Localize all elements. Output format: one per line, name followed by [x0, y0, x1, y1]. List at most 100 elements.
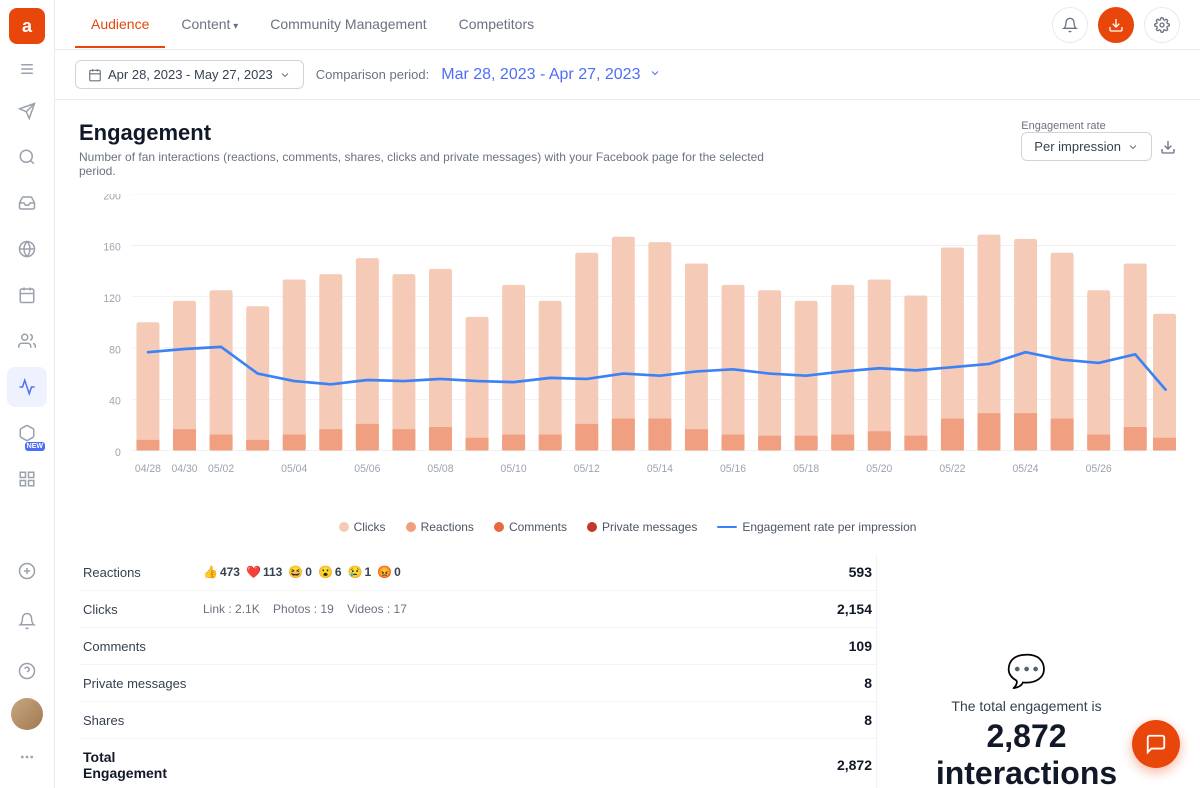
private-messages-label: Private messages: [79, 665, 199, 702]
comments-label: Comments: [79, 628, 199, 665]
chevron-down-icon-rate: [1127, 141, 1139, 153]
legend-comments-label: Comments: [509, 520, 567, 534]
sidebar-item-inbox[interactable]: [7, 183, 47, 223]
svg-text:40: 40: [109, 395, 121, 407]
svg-text:05/16: 05/16: [720, 463, 746, 475]
wow-badge: 😮 6: [318, 565, 342, 579]
panel-title: The total engagement is: [951, 698, 1101, 714]
table-row-reactions: Reactions 👍 473 ❤️ 113 😆 0 😮 6 😢 1 😡 0: [79, 554, 876, 591]
engagement-title: Engagement: [79, 120, 779, 146]
bottom-row: Reactions 👍 473 ❤️ 113 😆 0 😮 6 😢 1 😡 0: [79, 554, 1176, 788]
date-bar: Apr 28, 2023 - May 27, 2023 Comparison p…: [55, 50, 1200, 100]
panel-icon: 💬: [1007, 652, 1047, 690]
comments-value: 109: [762, 628, 876, 665]
app-logo[interactable]: a: [9, 8, 45, 44]
sidebar-item-grid[interactable]: [7, 459, 47, 499]
tab-competitors[interactable]: Competitors: [443, 2, 550, 48]
chevron-down-icon-comparison: [649, 67, 661, 79]
sidebar-item-calendar[interactable]: [7, 275, 47, 315]
notification-icon-btn[interactable]: [1052, 7, 1088, 43]
angry-badge: 😡 0: [377, 565, 401, 579]
legend-reactions: Reactions: [406, 520, 474, 534]
svg-text:05/22: 05/22: [939, 463, 965, 475]
engagement-rate-label: Engagement rate: [1021, 120, 1152, 132]
sidebar-item-more[interactable]: [7, 737, 47, 777]
engagement-rate-select[interactable]: Per impression: [1021, 132, 1152, 161]
tab-community-management[interactable]: Community Management: [254, 2, 442, 48]
table-row-private-messages: Private messages 8: [79, 665, 876, 702]
svg-text:05/10: 05/10: [501, 463, 527, 475]
reactions-value: 593: [762, 554, 876, 591]
legend-engagement-rate: Engagement rate per impression: [717, 520, 916, 534]
total-value: 2,872: [762, 739, 876, 788]
engagement-subtitle: Number of fan interactions (reactions, c…: [79, 150, 779, 178]
clicks-label: Clicks: [79, 591, 199, 628]
sidebar-item-new[interactable]: NEW: [7, 413, 47, 453]
svg-text:05/08: 05/08: [427, 463, 453, 475]
shares-label: Shares: [79, 702, 199, 739]
svg-text:04/30: 04/30: [171, 463, 197, 475]
top-nav-right: [1052, 7, 1180, 43]
download-icon-btn[interactable]: [1098, 7, 1134, 43]
total-label: Total Engagement: [79, 739, 199, 788]
legend-comments: Comments: [494, 520, 567, 534]
private-messages-detail: [199, 665, 762, 702]
top-nav: Audience Content Community Management Co…: [55, 0, 1200, 50]
engagement-header: Engagement Number of fan interactions (r…: [79, 120, 1176, 178]
chevron-down-icon: [279, 69, 291, 81]
comparison-period-link[interactable]: Mar 28, 2023 - Apr 27, 2023: [441, 66, 661, 84]
main-area: Audience Content Community Management Co…: [55, 0, 1200, 788]
legend-private-messages: Private messages: [587, 520, 697, 534]
svg-text:05/24: 05/24: [1013, 463, 1039, 475]
table-row-shares: Shares 8: [79, 702, 876, 739]
svg-text:05/18: 05/18: [793, 463, 819, 475]
icon-rail: a NEW: [0, 0, 55, 788]
sidebar-item-help[interactable]: [7, 651, 47, 691]
sad-badge: 😢 1: [348, 565, 372, 579]
svg-text:05/26: 05/26: [1086, 463, 1112, 475]
rail-bottom: [7, 548, 47, 780]
svg-text:05/12: 05/12: [574, 463, 600, 475]
table-row-total: Total Engagement 2,872: [79, 739, 876, 788]
legend-private-messages-label: Private messages: [602, 520, 697, 534]
svg-text:0: 0: [115, 447, 121, 459]
rail-toggle[interactable]: [12, 54, 42, 84]
tab-content[interactable]: Content: [165, 2, 254, 48]
engagement-summary-panel: 💬 The total engagement is 2,872 interact…: [876, 554, 1176, 788]
stats-section: Reactions 👍 473 ❤️ 113 😆 0 😮 6 😢 1 😡 0: [79, 554, 876, 788]
sidebar-item-analytics[interactable]: [7, 367, 47, 407]
panel-big-number: 2,872 interactions: [897, 718, 1156, 788]
sidebar-item-globe[interactable]: [7, 229, 47, 269]
sidebar-item-send[interactable]: [7, 91, 47, 131]
tab-audience[interactable]: Audience: [75, 2, 165, 48]
private-messages-value: 8: [762, 665, 876, 702]
shares-detail: [199, 702, 762, 739]
sidebar-item-bell[interactable]: [7, 601, 47, 641]
svg-text:05/14: 05/14: [647, 463, 673, 475]
avatar[interactable]: [11, 698, 43, 730]
sidebar-item-users[interactable]: [7, 321, 47, 361]
chart-download-btn[interactable]: [1160, 139, 1176, 160]
date-picker-primary[interactable]: Apr 28, 2023 - May 27, 2023: [75, 60, 304, 89]
sidebar-item-add[interactable]: [7, 551, 47, 591]
calendar-icon: [88, 68, 102, 82]
clicks-value: 2,154: [762, 591, 876, 628]
stats-table: Reactions 👍 473 ❤️ 113 😆 0 😮 6 😢 1 😡 0: [79, 554, 876, 788]
svg-text:200: 200: [103, 194, 121, 202]
settings-icon-btn[interactable]: [1144, 7, 1180, 43]
comments-detail: [199, 628, 762, 665]
date-range-text: Apr 28, 2023 - May 27, 2023: [108, 67, 273, 82]
sidebar-item-search[interactable]: [7, 137, 47, 177]
svg-text:05/06: 05/06: [354, 463, 380, 475]
chart-svg: 200 160 120 80 40 0 5% 4% 3% 2% 1% 0%: [79, 194, 1176, 504]
laugh-badge: 😆 0: [288, 565, 312, 579]
content-area: Engagement Number of fan interactions (r…: [55, 100, 1200, 788]
engagement-chart: 200 160 120 80 40 0 5% 4% 3% 2% 1% 0%: [79, 194, 1176, 504]
chat-button[interactable]: [1132, 720, 1180, 768]
clicks-detail: Link : 2.1K Photos : 19 Videos : 17: [199, 591, 762, 628]
table-row-comments: Comments 109: [79, 628, 876, 665]
svg-text:05/20: 05/20: [866, 463, 892, 475]
shares-value: 8: [762, 702, 876, 739]
svg-text:80: 80: [109, 344, 121, 356]
reactions-emojis: 👍 473 ❤️ 113 😆 0 😮 6 😢 1 😡 0: [199, 554, 762, 591]
